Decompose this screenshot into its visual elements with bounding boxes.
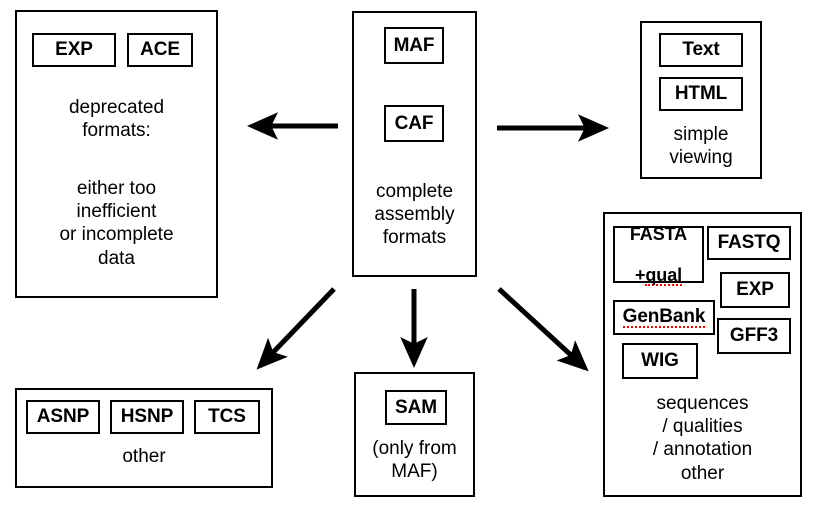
caption-other-formats: other xyxy=(122,446,166,467)
chip-exp-sequences[interactable]: EXP xyxy=(720,272,790,308)
diagram-canvas: EXP ACE deprecated formats: either too i… xyxy=(0,0,818,513)
chip-fasta-line1: FASTA xyxy=(629,224,688,245)
chip-hsnp[interactable]: HSNP xyxy=(110,400,184,434)
chip-maf[interactable]: MAF xyxy=(384,27,444,64)
chip-genbank[interactable]: GenBank xyxy=(613,300,715,335)
chip-exp-deprecated[interactable]: EXP xyxy=(32,33,116,67)
chip-asnp[interactable]: ASNP xyxy=(26,400,100,434)
arrow-center-to-sequences xyxy=(497,287,589,372)
caption-simple-viewing: simple viewing xyxy=(669,124,733,169)
chip-tcs[interactable]: TCS xyxy=(194,400,260,434)
chip-fasta-plus-sign: + xyxy=(634,264,646,285)
chip-html[interactable]: HTML xyxy=(659,77,743,111)
chip-caf[interactable]: CAF xyxy=(384,105,444,142)
caption-sequences-qualities-annotation: sequences / qualities / annotation other xyxy=(652,393,753,484)
chip-fasta-qual-misspelled: qual xyxy=(645,264,683,286)
chip-genbank-misspelled: GenBank xyxy=(622,306,706,328)
chip-fasta-plus-qual[interactable]: FASTA +qual xyxy=(613,224,704,286)
chip-wig[interactable]: WIG xyxy=(622,343,698,379)
chip-fastq[interactable]: FASTQ xyxy=(707,226,791,260)
chip-sam[interactable]: SAM xyxy=(385,390,447,425)
chip-text[interactable]: Text xyxy=(659,33,743,67)
caption-deprecated-reason: either too inefficient or incomplete dat… xyxy=(59,178,174,269)
chip-ace[interactable]: ACE xyxy=(127,33,193,67)
caption-sam-origin: (only from MAF) xyxy=(372,438,457,483)
chip-fasta-line2: +qual xyxy=(635,245,682,286)
chip-gff3[interactable]: GFF3 xyxy=(717,318,791,354)
caption-complete-assembly-formats: complete assembly formats xyxy=(374,181,455,249)
arrow-center-to-other xyxy=(256,287,336,370)
caption-deprecated-formats: deprecated formats: xyxy=(68,97,165,142)
